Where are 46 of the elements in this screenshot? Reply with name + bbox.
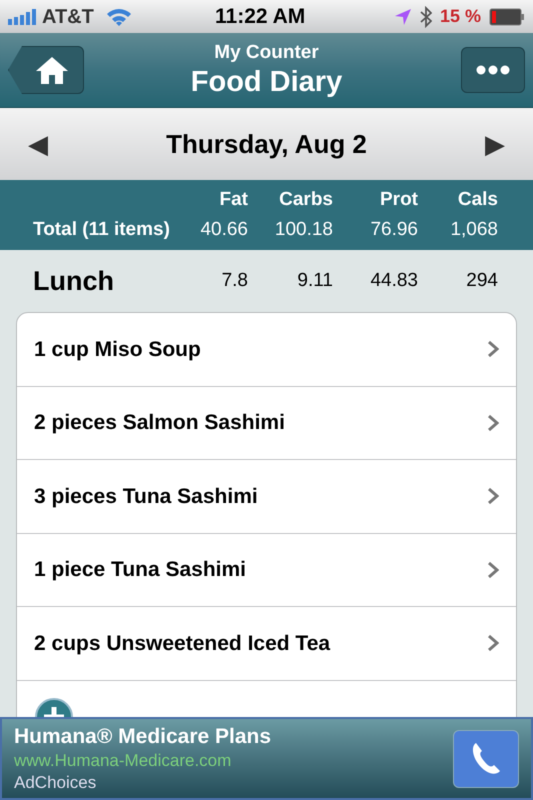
chevron-icon [487,487,499,506]
meal-value: 44.83 [369,268,418,293]
previous-day-button[interactable]: ◀ [28,124,48,164]
ad-title: Humana® Medicare Plans [14,724,272,750]
meal-value: 9.11 [296,268,333,293]
chevron-icon [487,340,499,358]
meal-title: Lunch [32,264,114,298]
food-item[interactable]: 2 cups Unsweetened Iced Tea [17,607,516,680]
ad-choices: AdChoices [14,772,98,794]
chevron-icon [487,414,499,432]
next-day-button[interactable]: ▶ [485,124,505,164]
total-label: Total (11 items) [32,218,170,242]
wifi-icon [106,6,132,26]
battery-percent: 15 % [440,5,481,28]
more-button[interactable] [461,47,525,93]
battery-icon [489,8,525,26]
nav-title: Food Diary [190,65,342,99]
total-value: 40.66 [199,218,248,242]
food-item[interactable]: 1 piece Tuna Sashimi [17,534,516,607]
more-icon [476,65,510,75]
food-item[interactable]: 2 pieces Salmon Sashimi [17,386,516,460]
column-header: Carbs [278,188,333,212]
total-value: 76.96 [369,218,418,242]
home-button[interactable] [8,46,84,94]
total-value: 1,068 [449,218,498,242]
signal-icon [8,8,38,24]
column-header: Prot [379,188,418,212]
chevron-icon [487,634,499,652]
clock: 11:22 AM [215,4,306,30]
call-button[interactable] [453,730,519,788]
food-item[interactable]: 1 cup Miso Soup [17,313,516,386]
location-icon [394,8,412,26]
meal-value: 7.8 [220,268,248,293]
nav-subtitle: My Counter [214,41,319,65]
ad-url: www.Humana-Medicare.com [14,750,232,772]
column-header: Fat [218,188,248,212]
chevron-icon [487,560,499,579]
meal-value: 294 [465,268,498,293]
food-item[interactable]: 3 pieces Tuna Sashimi [17,460,516,534]
bluetooth-icon [420,6,432,28]
total-value: 100.18 [274,218,333,242]
carrier-name: AT&T [42,4,94,30]
date-title: Thursday, Aug 2 [166,128,367,160]
home-icon [35,55,69,85]
column-header: Cals [456,188,498,212]
ad-banner[interactable]: Humana® Medicare Plans www.Humana-Medicare.com AdChoices [0,717,533,800]
